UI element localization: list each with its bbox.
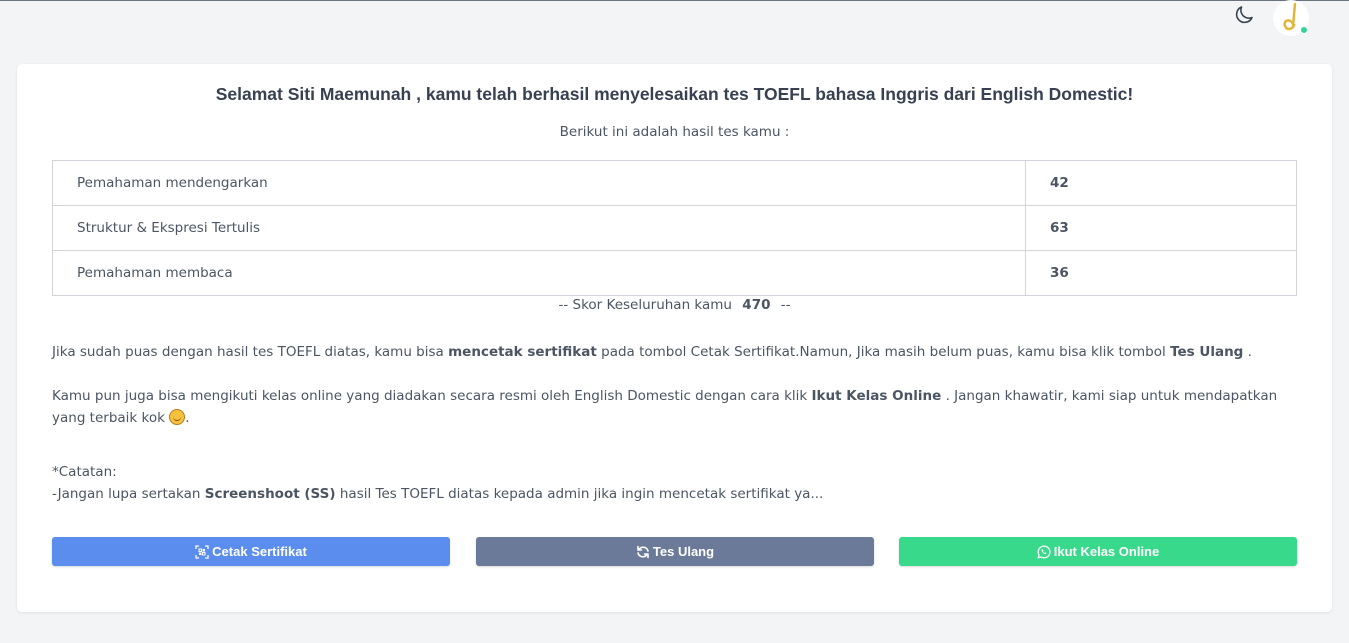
text: .	[185, 410, 190, 426]
qr-scan-icon	[195, 544, 209, 559]
score-label: Struktur & Ekspresi Tertulis	[52, 205, 1026, 251]
moon-icon[interactable]	[1232, 3, 1256, 27]
text: hasil Tes TOEFL diatas kepada admin jika…	[339, 486, 824, 502]
online-status-dot	[1300, 26, 1308, 34]
smile-emoji-icon	[169, 409, 186, 425]
info-paragraph-class: Kamu pun juga bisa mengikuti kelas onlin…	[52, 385, 1297, 429]
text: Jika sudah puas dengan hasil tes TOEFL d…	[52, 344, 444, 360]
user-name: Siti Maemunah	[287, 84, 412, 104]
top-bar	[0, 0, 1349, 50]
join-online-class-label: Ikut Kelas Online	[1053, 544, 1160, 559]
note-text: -Jangan lupa sertakan Screenshoot (SS) h…	[52, 483, 1297, 505]
score-value: 63	[1025, 205, 1297, 251]
result-card: Selamat Siti Maemunah , kamu telah berha…	[17, 64, 1332, 612]
retry-test-button[interactable]: Tes Ulang	[476, 537, 874, 566]
info-paragraph-print: Jika sudah puas dengan hasil tes TOEFL d…	[52, 341, 1297, 363]
score-label: Pemahaman mendengarkan	[52, 160, 1026, 206]
table-row: Struktur & Ekspresi Tertulis 63	[52, 205, 1297, 251]
score-value: 36	[1025, 250, 1297, 296]
score-value: 42	[1025, 160, 1297, 206]
table-row: Pemahaman membaca 36	[52, 250, 1297, 296]
text: Kamu pun juga bisa mengikuti kelas onlin…	[52, 388, 808, 404]
print-certificate-label: Cetak Sertifikat	[212, 544, 307, 559]
print-certificate-button[interactable]: Cetak Sertifikat	[52, 537, 450, 566]
refresh-icon	[637, 545, 649, 558]
overall-value: 470	[742, 297, 771, 313]
note: *Catatan: -Jangan lupa sertakan Screensh…	[52, 461, 1297, 505]
subtitle: Berikut ini adalah hasil tes kamu :	[559, 124, 790, 140]
text: .	[1247, 344, 1252, 360]
table-row: Pemahaman mendengarkan 42	[52, 160, 1297, 206]
overall-prefix: -- Skor Keseluruhan kamu	[558, 297, 732, 313]
score-label: Pemahaman membaca	[52, 250, 1026, 296]
text: -Jangan lupa sertakan	[52, 486, 201, 502]
join-online-class-button[interactable]: Ikut Kelas Online	[899, 537, 1297, 566]
title-suffix: , kamu telah berhasil menyelesaikan tes …	[416, 84, 1134, 104]
overall-score: -- Skor Keseluruhan kamu 470 --	[17, 297, 1332, 313]
whatsapp-icon	[1037, 545, 1051, 558]
text-bold: Screenshoot (SS)	[204, 486, 336, 502]
page-title: Selamat Siti Maemunah , kamu telah berha…	[17, 84, 1332, 105]
text-bold: Ikut Kelas Online	[811, 388, 942, 404]
overall-suffix: --	[780, 297, 791, 313]
text-bold: mencetak sertifikat	[448, 344, 597, 360]
title-prefix: Selamat	[215, 84, 283, 104]
text-bold: Tes Ulang	[1170, 344, 1244, 360]
score-table: Pemahaman mendengarkan 42 Struktur & Eks…	[52, 160, 1297, 296]
note-title: *Catatan:	[52, 464, 117, 480]
text: pada tombol Cetak Sertifikat.Namun, Jika…	[601, 344, 1166, 360]
retry-test-label: Tes Ulang	[652, 544, 715, 559]
